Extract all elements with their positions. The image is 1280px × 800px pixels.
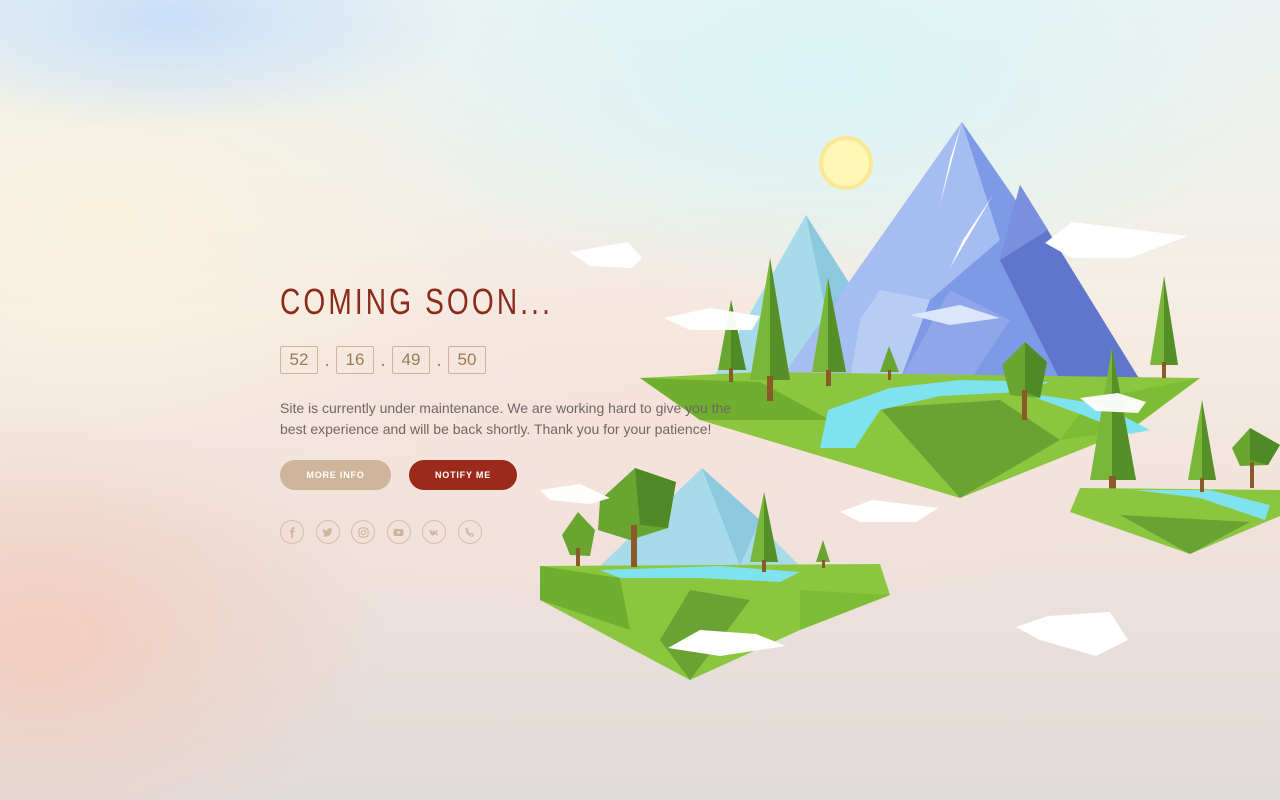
vk-icon[interactable] bbox=[422, 520, 446, 544]
main-content: COMING SOON... 52 . 16 . 49 . 50 Site is… bbox=[280, 280, 760, 544]
countdown-separator: . bbox=[324, 350, 330, 370]
twitter-icon[interactable] bbox=[315, 520, 340, 544]
notify-me-button[interactable]: NOTIFY ME bbox=[409, 460, 517, 490]
facebook-icon[interactable] bbox=[280, 520, 304, 544]
countdown-timer: 52 . 16 . 49 . 50 bbox=[280, 346, 760, 374]
youtube-icon[interactable] bbox=[386, 520, 411, 544]
countdown-minutes: 49 bbox=[392, 346, 430, 374]
social-links bbox=[280, 520, 760, 544]
more-info-button[interactable]: MORE INFO bbox=[280, 460, 391, 490]
countdown-seconds: 50 bbox=[448, 346, 486, 374]
countdown-separator: . bbox=[436, 350, 442, 370]
action-buttons: MORE INFO NOTIFY ME bbox=[280, 460, 760, 490]
instagram-icon[interactable] bbox=[351, 520, 375, 544]
phone-icon[interactable] bbox=[457, 520, 482, 544]
maintenance-description: Site is currently under maintenance. We … bbox=[280, 400, 732, 437]
countdown-separator: . bbox=[380, 350, 386, 370]
sun-icon bbox=[819, 136, 873, 190]
countdown-hours: 16 bbox=[336, 346, 374, 374]
countdown-days: 52 bbox=[280, 346, 318, 374]
page-title: COMING SOON... bbox=[280, 281, 554, 322]
